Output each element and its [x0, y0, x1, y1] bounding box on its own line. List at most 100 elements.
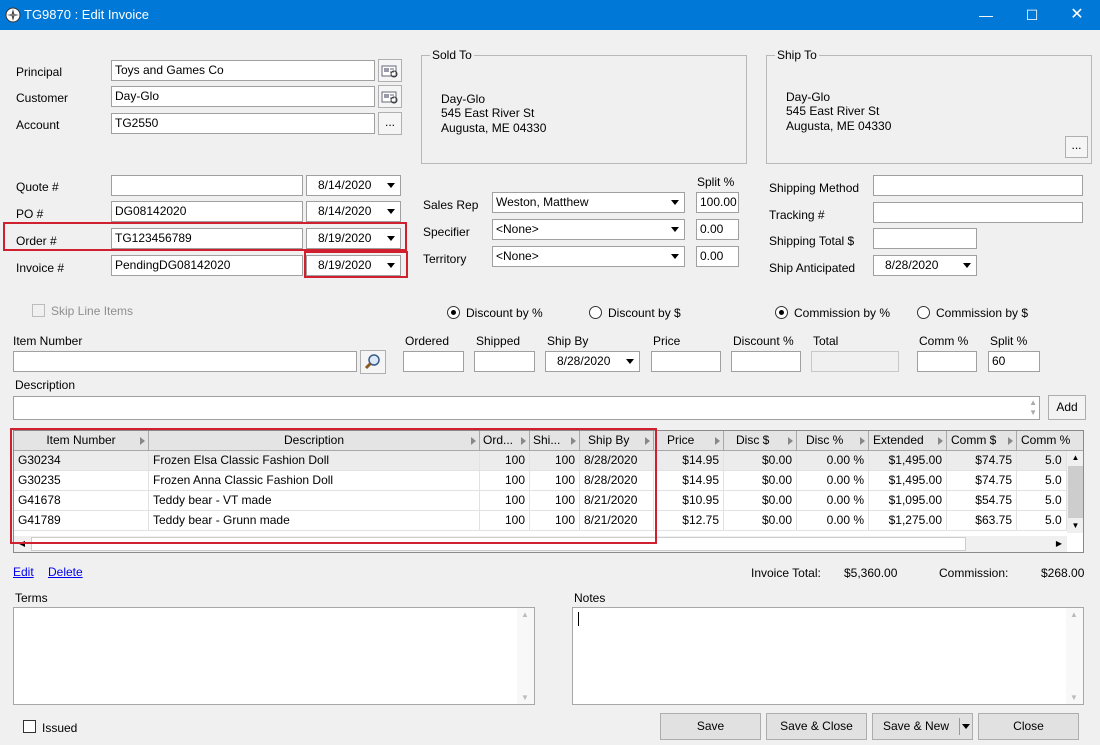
- terms-scrollbar[interactable]: ▲ ▼: [517, 608, 534, 704]
- grid-vertical-scrollbar[interactable]: ▲ ▼: [1067, 451, 1083, 533]
- cell-ship-by[interactable]: 8/28/2020: [580, 471, 654, 491]
- skip-line-items-checkbox[interactable]: [32, 304, 45, 317]
- invoice-date-picker[interactable]: 8/19/2020: [306, 255, 401, 276]
- cell-ship-by[interactable]: 8/21/2020: [580, 511, 654, 531]
- col-header-comm-percent[interactable]: Comm %: [1017, 431, 1083, 451]
- cell-price[interactable]: $14.95: [654, 451, 724, 471]
- scroll-up-icon[interactable]: ▲: [521, 610, 529, 619]
- notes-textarea[interactable]: ▲ ▼: [572, 607, 1084, 705]
- cell-ordered[interactable]: 100: [480, 471, 530, 491]
- sales-rep-select[interactable]: Weston, Matthew: [492, 192, 685, 213]
- shipping-method-field[interactable]: [873, 175, 1083, 196]
- price-field[interactable]: [651, 351, 721, 372]
- cell-disc-percent[interactable]: 0.00 %: [797, 451, 869, 471]
- issued-checkbox[interactable]: [23, 720, 36, 733]
- scroll-left-icon[interactable]: ◀: [14, 536, 30, 552]
- cell-price[interactable]: $10.95: [654, 491, 724, 511]
- item-number-field[interactable]: [13, 351, 357, 372]
- grid-horizontal-scrollbar[interactable]: ◀ ▶: [14, 536, 1067, 552]
- add-line-item-button[interactable]: Add: [1048, 395, 1086, 420]
- cell-price[interactable]: $12.75: [654, 511, 724, 531]
- scroll-down-icon[interactable]: ▼: [1070, 693, 1078, 702]
- po-date-picker[interactable]: 8/14/2020: [306, 201, 401, 222]
- customer-field[interactable]: Day-Glo: [111, 86, 375, 107]
- cell-extended[interactable]: $1,495.00: [869, 471, 947, 491]
- principal-field[interactable]: Toys and Games Co: [111, 60, 375, 81]
- chevron-down-icon[interactable]: [383, 176, 400, 195]
- ship-by-picker[interactable]: 8/28/2020: [545, 351, 640, 372]
- scroll-down-icon[interactable]: ▼: [521, 693, 529, 702]
- cell-comm-amount[interactable]: $54.75: [947, 491, 1017, 511]
- minimize-button[interactable]: —: [963, 0, 1009, 30]
- description-field[interactable]: ▲ ▼: [13, 396, 1040, 420]
- cell-price[interactable]: $14.95: [654, 471, 724, 491]
- close-button[interactable]: Close: [978, 713, 1079, 740]
- cell-disc-percent[interactable]: 0.00 %: [797, 511, 869, 531]
- save-button[interactable]: Save: [660, 713, 761, 740]
- cell-item-number[interactable]: G30235: [14, 471, 149, 491]
- commission-by-amount-radio[interactable]: [917, 306, 930, 319]
- terms-textarea[interactable]: ▲ ▼: [13, 607, 535, 705]
- col-header-price[interactable]: Price: [654, 431, 724, 451]
- col-header-item-number[interactable]: Item Number: [14, 431, 149, 451]
- po-field[interactable]: DG08142020: [111, 201, 303, 222]
- cell-extended[interactable]: $1,275.00: [869, 511, 947, 531]
- cell-comm-percent[interactable]: 5.0: [1017, 491, 1067, 511]
- chevron-down-icon[interactable]: [383, 229, 400, 248]
- discount-percent-field[interactable]: [731, 351, 801, 372]
- col-header-ordered[interactable]: Ord...: [480, 431, 530, 451]
- cell-item-number[interactable]: G30234: [14, 451, 149, 471]
- cell-ship-by[interactable]: 8/28/2020: [580, 451, 654, 471]
- cell-description[interactable]: Teddy bear - VT made: [149, 491, 480, 511]
- tracking-field[interactable]: [873, 202, 1083, 223]
- commission-by-percent-radio[interactable]: [775, 306, 788, 319]
- order-field[interactable]: TG123456789: [111, 228, 303, 249]
- edit-link[interactable]: Edit: [13, 565, 34, 579]
- discount-by-percent-radio[interactable]: [447, 306, 460, 319]
- discount-by-amount-radio[interactable]: [589, 306, 602, 319]
- cell-ship-by[interactable]: 8/21/2020: [580, 491, 654, 511]
- scroll-up-icon[interactable]: ▲: [1067, 451, 1083, 465]
- cell-disc-amount[interactable]: $0.00: [724, 491, 797, 511]
- save-new-split-button[interactable]: Save & New: [872, 713, 973, 740]
- principal-lookup-button[interactable]: [378, 59, 402, 82]
- close-window-button[interactable]: ✕: [1054, 0, 1100, 30]
- scroll-thumb-horizontal[interactable]: [31, 537, 966, 551]
- specifier-select[interactable]: <None>: [492, 219, 685, 240]
- save-close-button[interactable]: Save & Close: [766, 713, 867, 740]
- territory-select[interactable]: <None>: [492, 246, 685, 267]
- cell-ordered[interactable]: 100: [480, 451, 530, 471]
- chevron-down-icon[interactable]: [383, 202, 400, 221]
- cell-shipped[interactable]: 100: [530, 511, 580, 531]
- cell-disc-percent[interactable]: 0.00 %: [797, 491, 869, 511]
- ship-anticipated-picker[interactable]: 8/28/2020: [873, 255, 977, 276]
- notes-scrollbar[interactable]: ▲ ▼: [1066, 608, 1083, 704]
- cell-description[interactable]: Frozen Anna Classic Fashion Doll: [149, 471, 480, 491]
- maximize-button[interactable]: ☐: [1009, 0, 1055, 30]
- quote-field[interactable]: [111, 175, 303, 196]
- invoice-field[interactable]: PendingDG08142020: [111, 255, 303, 276]
- col-header-comm-amount[interactable]: Comm $: [947, 431, 1017, 451]
- chevron-down-icon[interactable]: [622, 352, 639, 371]
- scroll-thumb[interactable]: [1068, 466, 1083, 518]
- cell-comm-amount[interactable]: $74.75: [947, 471, 1017, 491]
- cell-comm-amount[interactable]: $63.75: [947, 511, 1017, 531]
- cell-shipped[interactable]: 100: [530, 491, 580, 511]
- chevron-down-icon[interactable]: [383, 256, 400, 275]
- cell-item-number[interactable]: G41678: [14, 491, 149, 511]
- col-header-disc-amount[interactable]: Disc $: [724, 431, 797, 451]
- quote-date-picker[interactable]: 8/14/2020: [306, 175, 401, 196]
- scroll-right-icon[interactable]: ▶: [1051, 536, 1067, 552]
- cell-comm-amount[interactable]: $74.75: [947, 451, 1017, 471]
- customer-lookup-button[interactable]: [378, 85, 402, 108]
- save-new-button[interactable]: Save & New: [873, 714, 959, 739]
- ship-to-browse-button[interactable]: ...: [1065, 136, 1088, 158]
- order-date-picker[interactable]: 8/19/2020: [306, 228, 401, 249]
- chevron-down-icon[interactable]: [667, 220, 684, 239]
- cell-disc-amount[interactable]: $0.00: [724, 511, 797, 531]
- cell-disc-amount[interactable]: $0.00: [724, 451, 797, 471]
- split-percent-field[interactable]: 60: [988, 351, 1040, 372]
- account-browse-button[interactable]: ...: [378, 112, 402, 135]
- delete-link[interactable]: Delete: [48, 565, 83, 579]
- shipped-field[interactable]: [474, 351, 535, 372]
